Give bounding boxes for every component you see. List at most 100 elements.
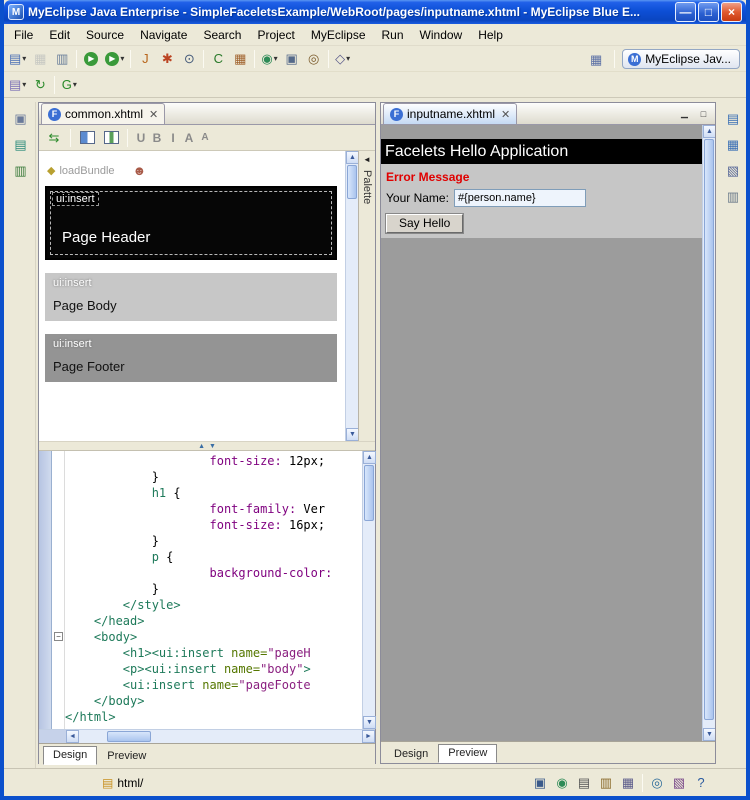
sash-up-icon[interactable]: ▲ [198,443,205,450]
menu-navigate[interactable]: Navigate [132,25,195,45]
minimize-button[interactable]: — [675,2,696,22]
folding-ruler[interactable]: − [52,451,65,729]
code-line[interactable]: font-size: 12px; [65,453,362,469]
help-icon[interactable]: ? [690,772,712,794]
sync-source-button[interactable]: ⇆ [43,127,65,149]
scroll-thumb[interactable] [704,139,714,720]
page-footer-insert-box[interactable]: ui:insert Page Footer [45,334,337,382]
sash-down-icon[interactable]: ▼ [209,443,216,450]
menu-help[interactable]: Help [470,25,511,45]
collapse-fold-icon[interactable]: − [54,632,63,641]
console-icon[interactable]: ▤ [573,772,595,794]
snippets-view-button[interactable]: ▦ [723,136,743,154]
code-line[interactable]: } [65,469,362,485]
maximize-button[interactable]: □ [698,2,719,22]
source-code[interactable]: font-size: 12px; } h1 { font-family: Ver… [65,451,362,729]
refresh-button[interactable]: ↻ [29,74,51,96]
your-name-input[interactable] [454,189,586,207]
menu-source[interactable]: Source [78,25,132,45]
open-perspective-button[interactable]: ▦ [585,48,607,70]
open-type-button[interactable]: ◇▾ [332,48,354,70]
palette-expand-icon[interactable]: ◄ [363,155,371,164]
scroll-right-icon[interactable]: ► [362,730,375,743]
tab-preview[interactable]: Preview [438,744,497,763]
tab-design[interactable]: Design [43,746,97,765]
dropdown-arrow-icon[interactable]: ▾ [120,54,124,63]
title-bar[interactable]: M MyEclipse Java Enterprise - SimpleFace… [4,0,746,24]
scroll-left-icon[interactable]: ◄ [66,730,79,743]
scroll-thumb[interactable] [107,731,151,742]
person-icon[interactable]: ☻ [133,163,147,178]
package-explorer-button[interactable]: ▤ [11,136,31,154]
server-icon[interactable]: ▣ [529,772,551,794]
menu-myeclipse[interactable]: MyEclipse [303,25,374,45]
maximize-editor-icon[interactable]: □ [695,106,712,121]
run-server-button[interactable]: ▶▾ [102,48,127,70]
layout-vertical-button[interactable] [100,127,122,149]
scroll-down-icon[interactable]: ▼ [703,728,715,741]
edit-annotation-button[interactable]: ▤▾ [6,74,29,96]
server-run-button[interactable]: ◎ [303,48,325,70]
format-font-small-button[interactable]: A [197,129,213,147]
restore-views-button[interactable]: ▣ [11,110,31,128]
design-canvas[interactable]: ◆ loadBundle ☻ ui:insert Page Header ui:… [39,151,345,441]
scroll-thumb[interactable] [364,465,374,521]
debug-bug-button[interactable]: ✱ [156,48,178,70]
close-tab-icon[interactable]: ✕ [501,108,510,121]
web-browser-button[interactable]: ◉▾ [258,48,280,70]
minimize-editor-icon[interactable]: ▁ [676,106,693,121]
outline-view-button[interactable]: ▤ [723,110,743,128]
source-scrollbar[interactable]: ▲ ▼ [362,451,375,729]
source-hscrollbar[interactable]: ◄ ► [39,729,375,743]
scroll-up-icon[interactable]: ▲ [363,451,376,464]
dropdown-arrow-icon[interactable]: ▾ [22,54,26,63]
menu-file[interactable]: File [6,25,41,45]
menu-search[interactable]: Search [195,25,249,45]
format-underline-button[interactable]: U [133,129,149,147]
code-line[interactable]: </body> [65,693,362,709]
save-button[interactable]: ▦ [29,48,51,70]
preview-pane[interactable]: Facelets Hello Application Error Message… [381,125,715,741]
dropdown-arrow-icon[interactable]: ▾ [274,54,278,63]
layout-horizontal-button[interactable] [76,127,98,149]
search-button[interactable]: ⊙ [178,48,200,70]
preview-scrollbar[interactable]: ▲ ▼ [702,125,715,741]
code-line[interactable]: <body> [65,629,362,645]
palette-strip[interactable]: ◄ Palette [358,151,375,441]
format-italic-button[interactable]: I [165,129,181,147]
tab-common-xhtml[interactable]: F common.xhtml ✕ [41,103,165,124]
menu-edit[interactable]: Edit [41,25,78,45]
new-wizard-button[interactable]: ▤▾ [6,48,29,70]
web-view-icon[interactable]: ◎ [646,772,668,794]
new-package-button[interactable]: ▦ [229,48,251,70]
menu-project[interactable]: Project [249,25,302,45]
format-font-button[interactable]: A [181,129,197,147]
code-line[interactable]: </html> [65,709,362,725]
code-line[interactable]: background-color: [65,565,362,581]
code-line[interactable]: <p><ui:insert name="body"> [65,661,362,677]
menu-run[interactable]: Run [374,25,412,45]
tab-design[interactable]: Design [385,746,437,763]
code-line[interactable]: } [65,581,362,597]
close-tab-icon[interactable]: ✕ [149,108,158,121]
database-icon[interactable]: ▦ [617,772,639,794]
menu-window[interactable]: Window [412,25,471,45]
breadcrumb[interactable]: ▤ html/ [102,776,143,790]
print-button[interactable]: ▥ [51,48,73,70]
palette-view-button[interactable]: ▧ [723,162,743,180]
new-java-class-button[interactable]: C [207,48,229,70]
design-scrollbar[interactable]: ▲ ▼ [345,151,358,441]
annotation-ruler[interactable] [39,451,52,729]
code-line[interactable]: p { [65,549,362,565]
properties-view-button[interactable]: ▥ [723,188,743,206]
deploy-button[interactable]: ▣ [281,48,303,70]
code-line[interactable]: </style> [65,597,362,613]
tab-inputname-xhtml[interactable]: F inputname.xhtml ✕ [383,103,517,124]
say-hello-button[interactable]: Say Hello [386,214,463,233]
page-body-insert-box[interactable]: ui:insert Page Body [45,273,337,321]
tab-preview[interactable]: Preview [98,748,155,765]
jsp-icon[interactable]: ▥ [595,772,617,794]
close-button[interactable]: × [721,2,742,22]
scroll-thumb[interactable] [347,165,357,199]
dropdown-arrow-icon[interactable]: ▾ [22,80,26,89]
